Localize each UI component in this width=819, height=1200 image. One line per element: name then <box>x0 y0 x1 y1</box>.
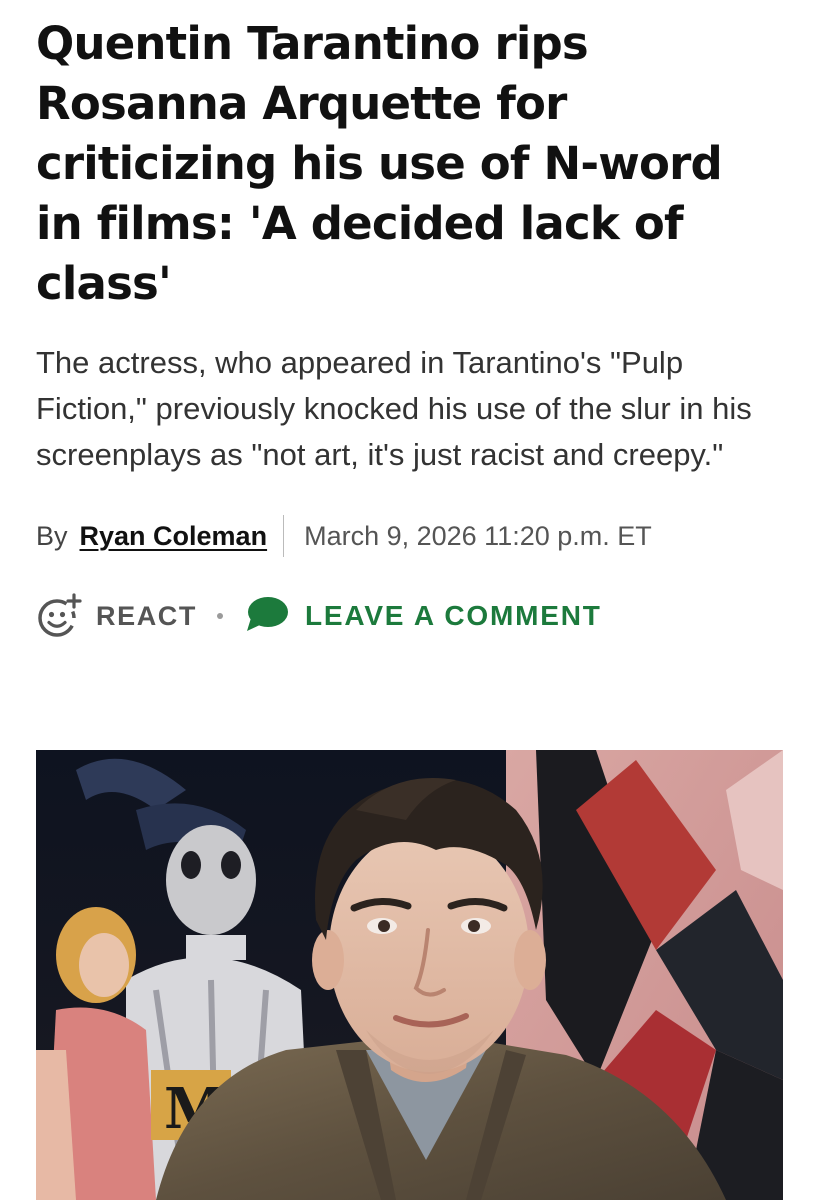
headline: Quentin Tarantino rips Rosanna Arquette … <box>36 17 723 310</box>
byline-divider <box>283 515 285 557</box>
hero-image: M <box>36 750 783 1200</box>
article-actions: REACT LEAVE A COMMENT <box>36 590 796 642</box>
smiley-plus-icon <box>36 593 82 639</box>
leave-comment-button[interactable]: LEAVE A COMMENT <box>245 594 602 639</box>
react-button[interactable]: REACT <box>36 593 197 639</box>
leave-comment-label: LEAVE A COMMENT <box>305 600 602 631</box>
hero-photo: M <box>36 750 783 1200</box>
action-separator <box>217 613 223 619</box>
article-header: Quentin Tarantino rips Rosanna Arquette … <box>36 14 796 642</box>
publish-date: March 9, 2026 11:20 p.m. ET <box>304 520 652 551</box>
byline-prefix: By <box>36 520 68 551</box>
dek: The actress, who appeared in Tarantino's… <box>36 345 752 472</box>
author-link[interactable]: Ryan Coleman <box>80 521 268 552</box>
speech-bubble-icon <box>245 594 289 639</box>
react-label: REACT <box>96 600 197 631</box>
byline: By Ryan Coleman March 9, 2026 11:20 p.m.… <box>36 514 796 558</box>
